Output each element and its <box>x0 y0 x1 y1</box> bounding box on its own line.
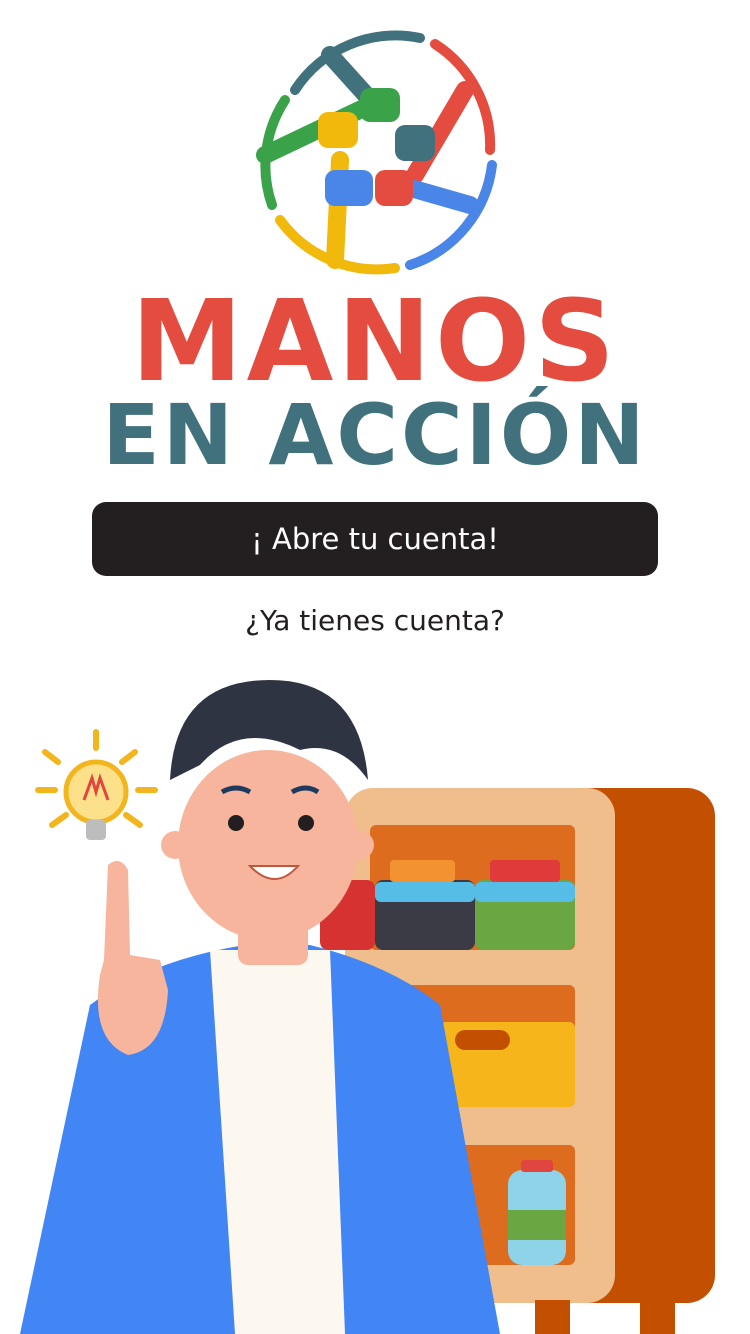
open-account-button[interactable]: ¡ Abre tu cuenta! <box>92 502 658 576</box>
person-with-idea-illustration <box>20 680 715 1334</box>
login-link[interactable]: ¿Ya tienes cuenta? <box>0 604 750 637</box>
logo-hands-icon <box>256 30 497 275</box>
brand-name-line2: EN ACCIÓN <box>102 386 648 484</box>
brand-name-line1: MANOS <box>131 277 619 407</box>
